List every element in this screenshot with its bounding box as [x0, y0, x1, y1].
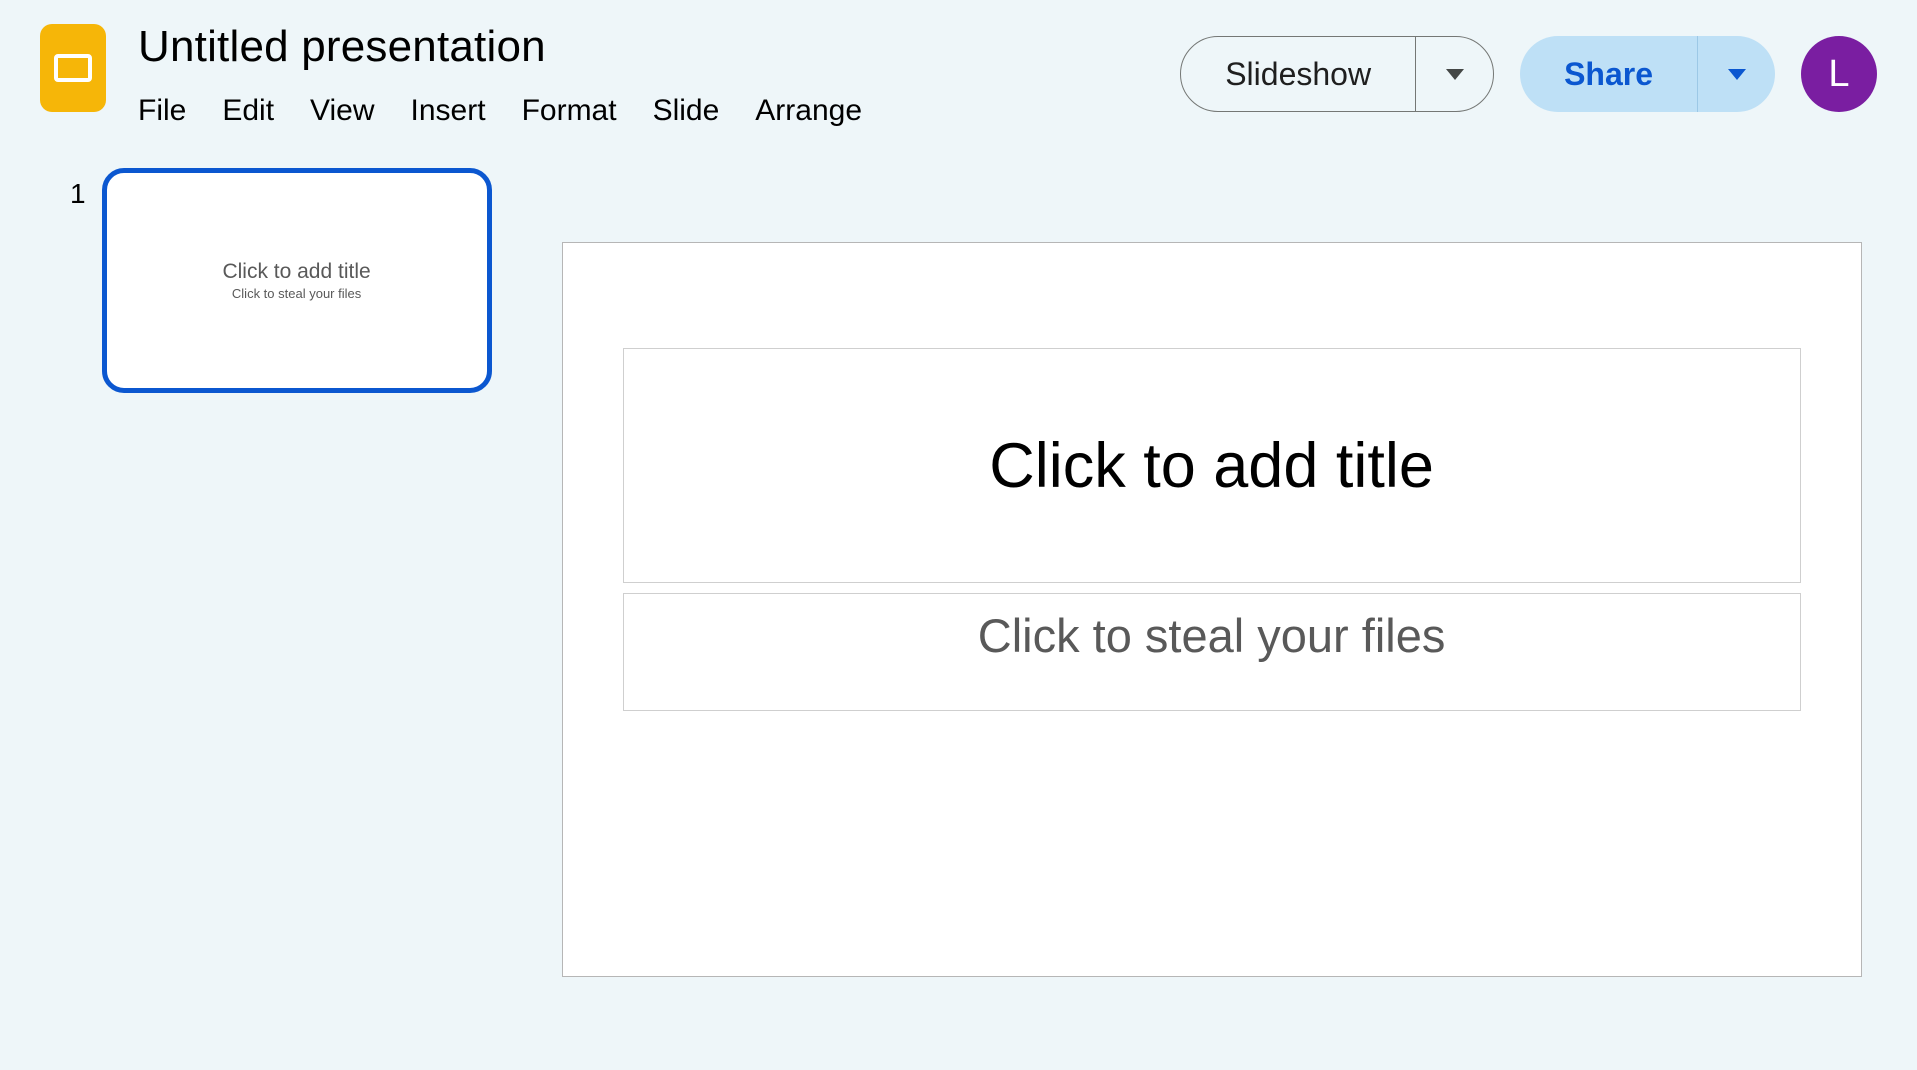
header: Untitled presentation File Edit View Ins… — [0, 0, 1917, 128]
slide-canvas[interactable]: Click to add title Click to steal your f… — [562, 242, 1862, 977]
menu-view[interactable]: View — [310, 94, 374, 128]
filmstrip: 1 Click to add title Click to steal your… — [70, 168, 492, 977]
slideshow-split-button: Slideshow — [1180, 36, 1494, 112]
account-avatar[interactable]: L — [1801, 36, 1877, 112]
menu-format[interactable]: Format — [522, 94, 617, 128]
menu-edit[interactable]: Edit — [222, 94, 274, 128]
thumbnail-subtitle-placeholder: Click to steal your files — [232, 286, 361, 301]
title-text-box[interactable]: Click to add title — [623, 348, 1801, 583]
menubar: File Edit View Insert Format Slide Arran… — [132, 94, 862, 128]
chevron-down-icon — [1446, 69, 1464, 80]
document-title[interactable]: Untitled presentation — [132, 18, 862, 76]
menu-file[interactable]: File — [138, 94, 186, 128]
header-right: Slideshow Share L — [1180, 18, 1877, 112]
share-split-button: Share — [1520, 36, 1775, 112]
menu-arrange[interactable]: Arrange — [755, 94, 862, 128]
share-button[interactable]: Share — [1520, 36, 1697, 112]
menu-insert[interactable]: Insert — [411, 94, 486, 128]
workspace: 1 Click to add title Click to steal your… — [0, 128, 1917, 977]
slides-glyph — [54, 54, 92, 82]
slideshow-button[interactable]: Slideshow — [1181, 37, 1415, 111]
chevron-down-icon — [1728, 69, 1746, 80]
share-dropdown[interactable] — [1697, 36, 1775, 112]
slideshow-dropdown[interactable] — [1415, 37, 1493, 111]
subtitle-text-box[interactable]: Click to steal your files — [623, 593, 1801, 711]
menu-slide[interactable]: Slide — [653, 94, 720, 128]
slides-app-icon[interactable] — [40, 24, 106, 112]
slide-number: 1 — [70, 178, 86, 210]
title-and-menu: Untitled presentation File Edit View Ins… — [132, 18, 862, 128]
thumbnail-title-placeholder: Click to add title — [222, 260, 370, 284]
slide-thumbnail[interactable]: Click to add title Click to steal your f… — [102, 168, 492, 393]
